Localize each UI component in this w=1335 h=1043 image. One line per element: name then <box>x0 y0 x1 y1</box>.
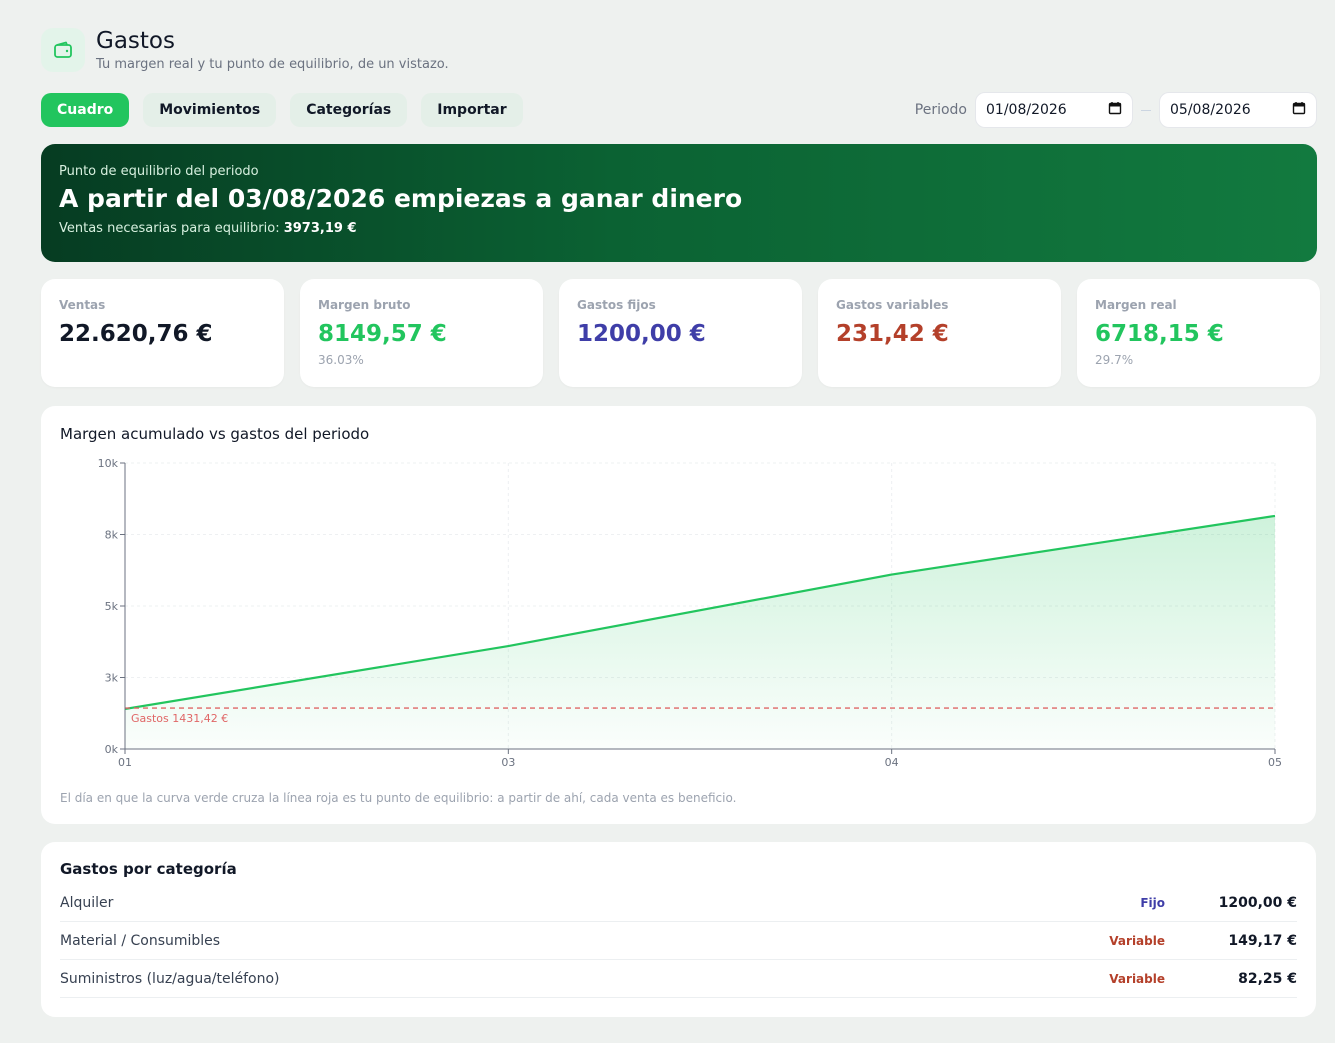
category-type: Variable <box>1109 971 1165 986</box>
category-name: Alquiler <box>60 894 114 911</box>
period-selector: Periodo 01/08/2026 05/08/2026 <box>915 92 1317 128</box>
kpi-gastos-variables: Gastos variables 231,42 € <box>818 279 1061 387</box>
x-tick-label: 04 <box>885 756 899 769</box>
kpi-margen-bruto: Margen bruto 8149,57 € 36.03% <box>300 279 543 387</box>
date-to-input[interactable]: 05/08/2026 <box>1159 92 1317 128</box>
kpi-label: Gastos fijos <box>577 298 656 312</box>
kpi-value: 231,42 € <box>836 321 949 347</box>
break-even-sales: Ventas necesarias para equilibrio: 3973,… <box>59 221 1299 236</box>
category-type: Fijo <box>1140 895 1165 910</box>
margin-area <box>125 515 1275 749</box>
tab-importar[interactable]: Importar <box>421 93 523 127</box>
tab-cuadro[interactable]: Cuadro <box>41 93 130 127</box>
break-even-label: Punto de equilibrio del periodo <box>59 164 259 179</box>
category-row[interactable]: Material / Consumibles Variable 149,17 € <box>60 922 1297 960</box>
period-label: Periodo <box>914 102 967 118</box>
date-from-value: 01/08/2026 <box>986 102 1067 118</box>
tab-bar: Cuadro Movimientos Categorías Importar <box>41 93 523 127</box>
kpi-cards: Ventas 22.620,76 € Margen bruto 8149,57 … <box>41 279 1320 387</box>
kpi-label: Gastos variables <box>836 298 949 312</box>
y-tick-label: 0k <box>105 743 119 756</box>
category-amount: 149,17 € <box>1228 932 1297 949</box>
page-subtitle: Tu margen real y tu punto de equilibrio,… <box>96 57 449 72</box>
period-separator <box>1141 109 1151 111</box>
category-name: Suministros (luz/agua/teléfono) <box>60 970 280 987</box>
date-from-input[interactable]: 01/08/2026 <box>975 92 1133 128</box>
kpi-percent: 29.7% <box>1095 353 1134 367</box>
kpi-label: Margen real <box>1095 298 1177 312</box>
calendar-icon[interactable] <box>1108 101 1122 119</box>
kpi-value: 6718,15 € <box>1095 321 1224 347</box>
kpi-value: 22.620,76 € <box>59 321 213 347</box>
x-tick-label: 03 <box>501 756 515 769</box>
page-title: Gastos <box>96 28 175 54</box>
break-even-sales-value: 3973,19 € <box>283 221 357 236</box>
page-header: Gastos Tu margen real y tu punto de equi… <box>41 26 449 72</box>
y-tick-label: 8k <box>105 529 119 542</box>
kpi-value: 8149,57 € <box>318 321 447 347</box>
category-amount: 82,25 € <box>1238 970 1297 987</box>
category-type: Variable <box>1109 933 1165 948</box>
margin-chart-card: Margen acumulado vs gastos del periodo G… <box>41 406 1316 824</box>
calendar-icon[interactable] <box>1292 101 1306 119</box>
kpi-percent: 36.03% <box>318 353 364 367</box>
tab-categorias[interactable]: Categorías <box>290 93 408 127</box>
wallet-icon <box>41 28 85 72</box>
category-name: Material / Consumibles <box>60 932 221 949</box>
date-to-value: 05/08/2026 <box>1170 102 1251 118</box>
kpi-label: Ventas <box>59 298 106 312</box>
expenses-threshold-label: Gastos 1431,42 € <box>131 712 228 725</box>
kpi-ventas: Ventas 22.620,76 € <box>41 279 284 387</box>
kpi-gastos-fijos: Gastos fijos 1200,00 € <box>559 279 802 387</box>
kpi-margen-real: Margen real 6718,15 € 29.7% <box>1077 279 1320 387</box>
margin-chart: Gastos 1431,42 € 0k 3k 5k 8k 10k 01 03 04 05 <box>98 457 1282 769</box>
kpi-value: 1200,00 € <box>577 321 706 347</box>
category-row[interactable]: Alquiler Fijo 1200,00 € <box>60 884 1297 922</box>
y-tick-label: 5k <box>105 600 119 613</box>
y-tick-label: 3k <box>105 672 119 685</box>
category-row[interactable]: Suministros (luz/agua/teléfono) Variable… <box>60 960 1297 998</box>
break-even-banner: Punto de equilibrio del periodo A partir… <box>41 144 1317 262</box>
tab-movimientos[interactable]: Movimientos <box>143 93 277 127</box>
chart-note: El día en que la curva verde cruza la lí… <box>60 791 737 805</box>
categories-card: Gastos por categoría Alquiler Fijo 1200,… <box>41 842 1316 1017</box>
x-tick-label: 05 <box>1268 756 1282 769</box>
category-amount: 1200,00 € <box>1218 894 1297 911</box>
categories-title: Gastos por categoría <box>60 860 237 878</box>
categories-list: Alquiler Fijo 1200,00 € Material / Consu… <box>60 884 1297 998</box>
break-even-title: A partir del 03/08/2026 empiezas a ganar… <box>59 184 743 213</box>
x-tick-label: 01 <box>118 756 132 769</box>
kpi-label: Margen bruto <box>318 298 411 312</box>
y-tick-label: 10k <box>98 457 119 470</box>
break-even-sales-label: Ventas necesarias para equilibrio: <box>59 221 280 236</box>
